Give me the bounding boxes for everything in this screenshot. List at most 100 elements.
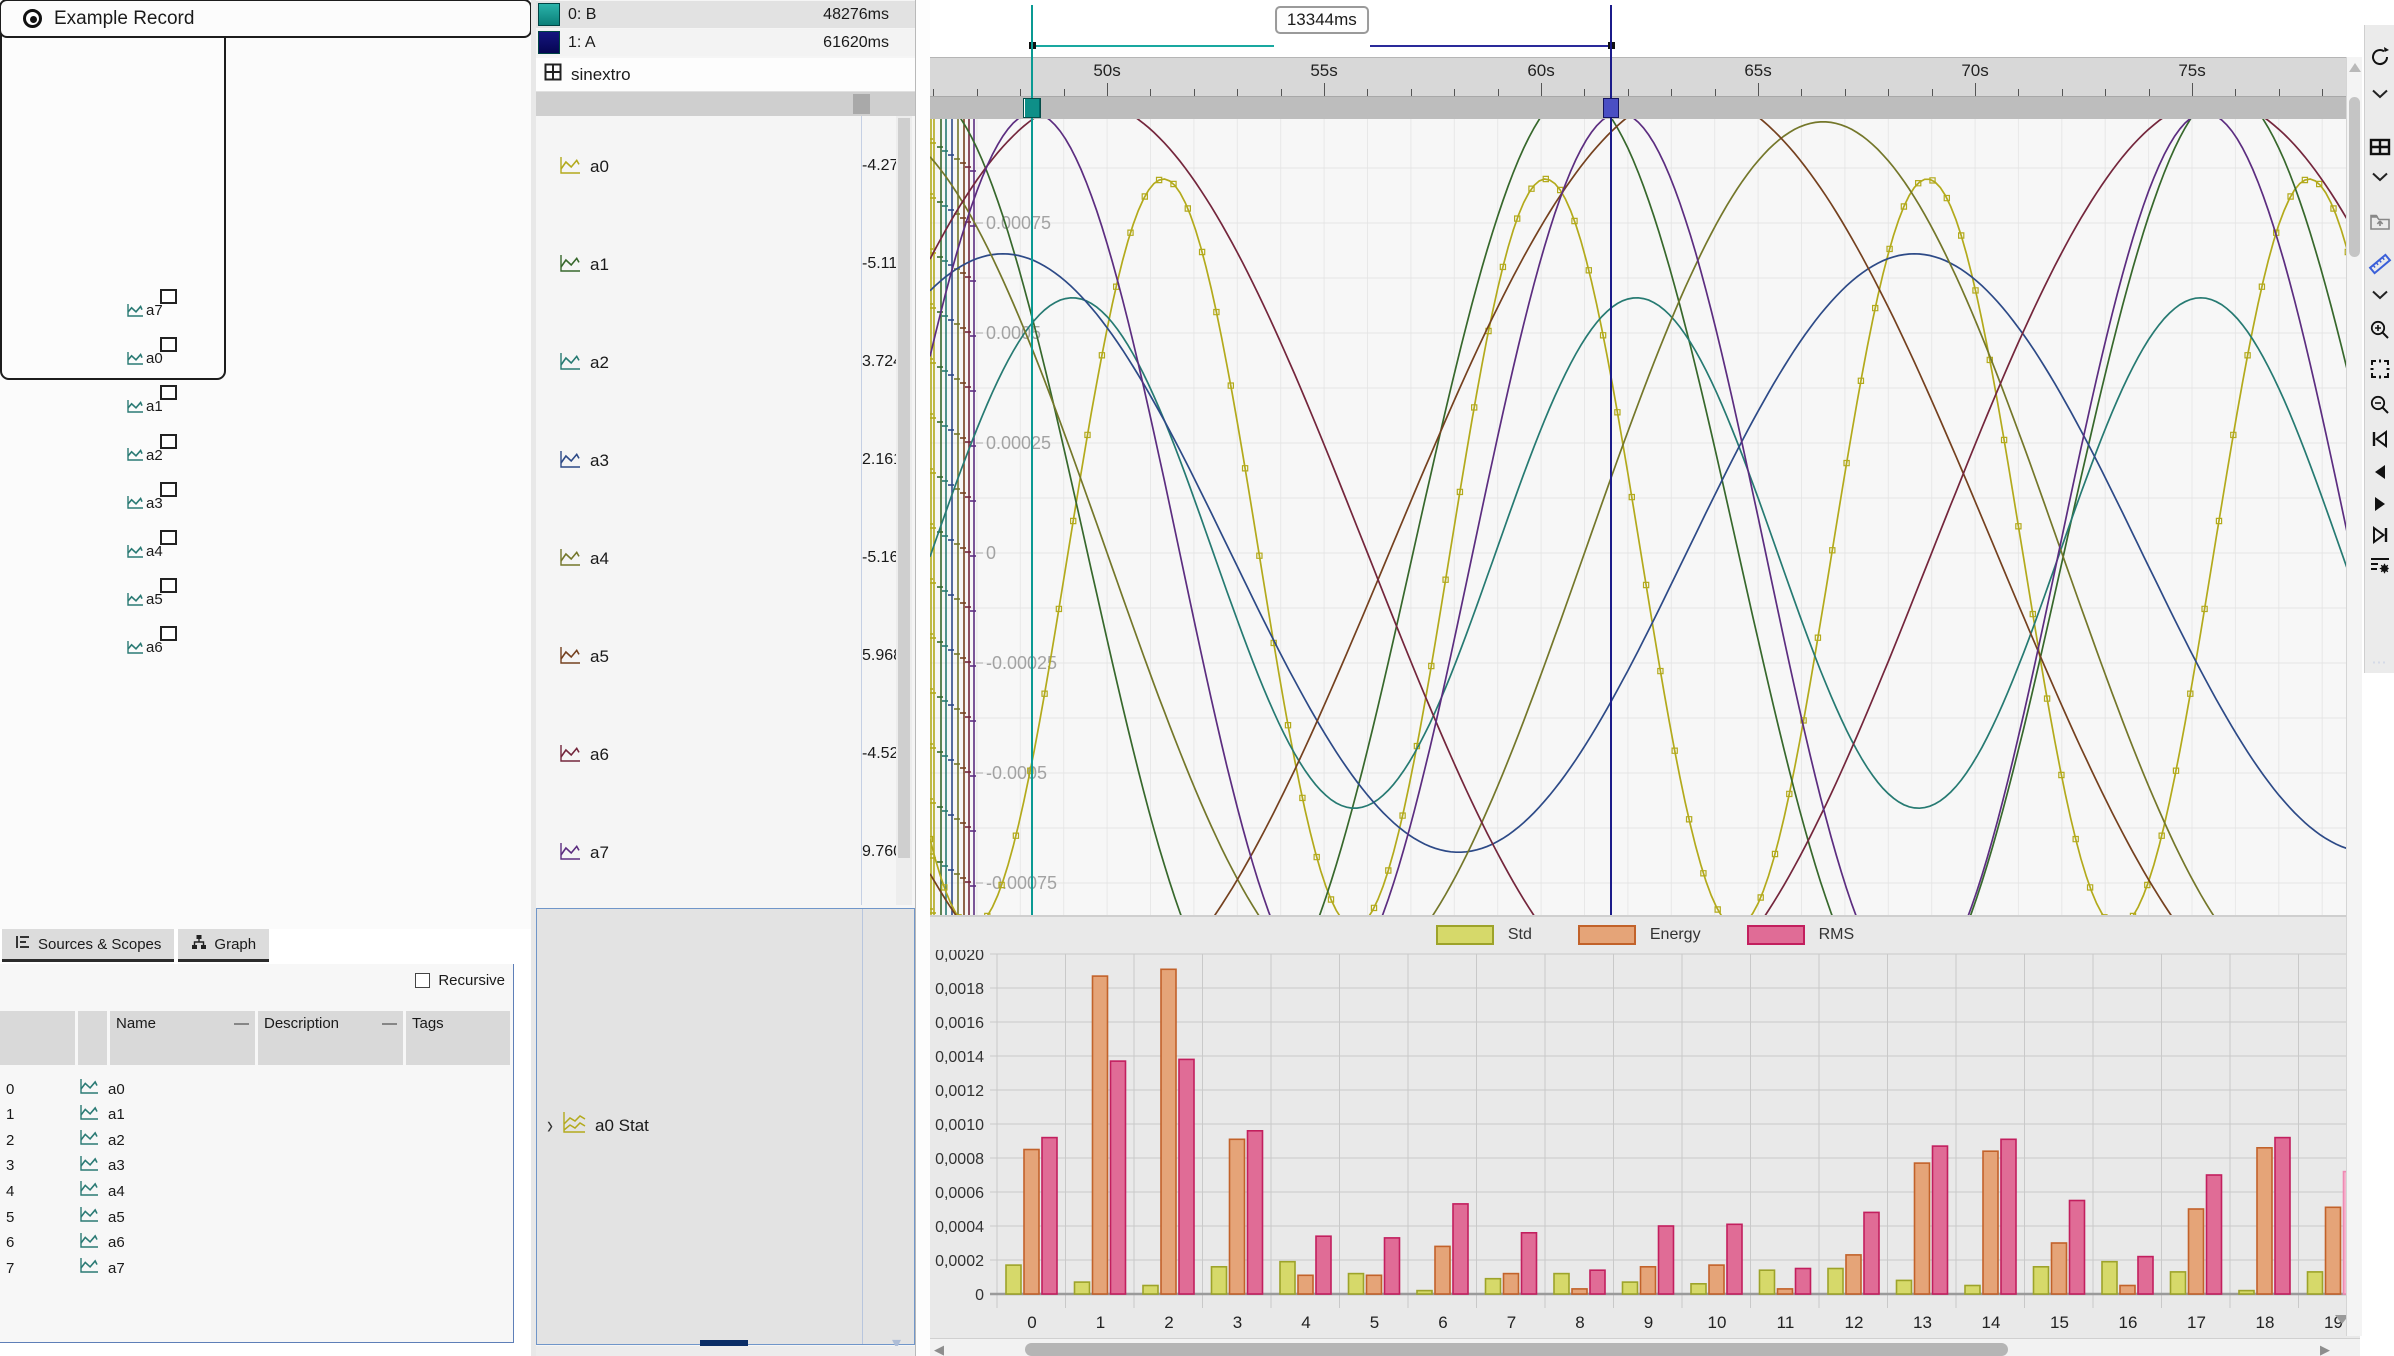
- signal-row-a2[interactable]: a2 3.724: [536, 312, 915, 410]
- minor-tick: [1237, 89, 1238, 96]
- ruler-icon[interactable]: [2368, 252, 2392, 276]
- example-record-node[interactable]: Example Record: [0, 0, 226, 380]
- svg-text:14: 14: [1982, 1313, 2001, 1332]
- signal-chart-icon: [78, 1206, 108, 1228]
- zoom-out-icon[interactable]: [2368, 393, 2392, 417]
- diagram-canvas[interactable]: Example Record a7 a0 a1 a2 a3 a4 a5 a6: [0, 0, 531, 930]
- waveform-viewer[interactable]: 13344ms 50s55s60s65s70s75s 0.000750.0005…: [930, 0, 2360, 1356]
- wave-horizontal-scrollbar[interactable]: ◀ ▶: [930, 1338, 2360, 1356]
- cursor-b-line[interactable]: [1031, 5, 1033, 915]
- expand-arrow-icon[interactable]: ›: [547, 1111, 553, 1140]
- scroll-right-icon[interactable]: ▶: [2320, 1342, 2330, 1356]
- scrollbar-thumb[interactable]: [898, 118, 910, 858]
- chevron-down-icon[interactable]: [2368, 165, 2392, 189]
- waveform-plot[interactable]: 0.000750.00050.000250-0.00025-0.0005-0.0…: [930, 119, 2360, 915]
- column-header-description[interactable]: Description—: [258, 1011, 403, 1065]
- fit-view-icon[interactable]: [2368, 357, 2392, 381]
- signal-chart-icon: [78, 1180, 108, 1202]
- cursor-b-handle[interactable]: [1023, 98, 1041, 118]
- cursor-a-handle[interactable]: [1603, 98, 1619, 118]
- signal-row-a5[interactable]: a5 5.968: [536, 606, 915, 704]
- signal-browser-panel: Recursive Name—Description—Tags 0 a01 a1…: [0, 964, 514, 1343]
- cursor-handle-track[interactable]: [930, 97, 2360, 119]
- folder-upload-icon[interactable]: [2368, 210, 2392, 234]
- cursor-readout-1A[interactable]: 1: A 61620ms: [536, 29, 915, 56]
- record-node-titlebar[interactable]: Example Record: [0, 0, 532, 38]
- view-settings-icon[interactable]: [2368, 553, 2392, 577]
- time-ruler[interactable]: 50s55s60s65s70s75s: [930, 57, 2360, 97]
- svg-text:0,0014: 0,0014: [935, 1049, 984, 1066]
- zoom-in-icon[interactable]: [2368, 318, 2392, 342]
- svg-text:0.00025: 0.00025: [986, 433, 1051, 453]
- signal-row-a0[interactable]: a0 -4.276: [536, 116, 915, 214]
- skip-start-icon[interactable]: [2368, 427, 2392, 451]
- recursive-option[interactable]: Recursive: [415, 972, 505, 989]
- column-header-name[interactable]: Name—: [110, 1011, 255, 1065]
- signal-chart-icon: [78, 1078, 108, 1100]
- right-toolbar: ⋯: [2364, 25, 2394, 673]
- table-row[interactable]: 5 a5: [0, 1204, 510, 1230]
- scroll-left-icon[interactable]: ◀: [934, 1342, 944, 1356]
- minor-tick: [1584, 89, 1585, 96]
- column-header-tags[interactable]: Tags: [406, 1011, 510, 1065]
- table-row[interactable]: 2 a2: [0, 1127, 510, 1153]
- minor-tick: [1454, 89, 1455, 96]
- source-item-sinextro[interactable]: sinextro: [536, 58, 915, 92]
- stat-panel[interactable]: › a0 Stat: [536, 908, 915, 1345]
- measure-value-flag[interactable]: 13344ms: [1275, 6, 1369, 34]
- table-row[interactable]: 7 a7: [0, 1255, 510, 1281]
- chart-legend: Std Energy RMS: [930, 921, 2360, 949]
- minor-tick: [1498, 89, 1499, 96]
- minor-tick: [1281, 89, 1282, 96]
- middle-vertical-scrollbar[interactable]: [896, 116, 912, 905]
- scrollbar-thumb[interactable]: [1025, 1343, 2008, 1356]
- svg-text:0,0020: 0,0020: [935, 950, 984, 964]
- table-row[interactable]: 1 a1: [0, 1102, 510, 1128]
- tab-sources-scopes[interactable]: Sources & Scopes: [2, 929, 174, 962]
- graph-icon: [191, 934, 207, 954]
- signal-row-a1[interactable]: a1 -5.115: [536, 214, 915, 312]
- signal-row-a3[interactable]: a3 2.161: [536, 410, 915, 508]
- major-tick: [2192, 83, 2193, 96]
- svg-text:2: 2: [1164, 1313, 1173, 1332]
- svg-text:12: 12: [1845, 1313, 1864, 1332]
- signal-row-a7[interactable]: a7 9.760: [536, 802, 915, 900]
- wave-vertical-scrollbar[interactable]: [2346, 57, 2362, 1336]
- step-back-icon[interactable]: [2368, 460, 2392, 484]
- middle-horizontal-scrollbar[interactable]: [536, 92, 915, 116]
- signal-chart-icon: [558, 254, 582, 279]
- scrollbar-thumb[interactable]: [853, 94, 870, 114]
- signal-chart-icon: [558, 548, 582, 573]
- tab-graph[interactable]: Graph: [178, 929, 269, 962]
- table-row[interactable]: 3 a3: [0, 1153, 510, 1179]
- chevron-down-icon[interactable]: [2368, 82, 2392, 106]
- time-tick-label: 60s: [1527, 61, 1554, 81]
- minor-tick: [1367, 89, 1368, 96]
- row-name: a1: [108, 1106, 125, 1123]
- table-row[interactable]: 4 a4: [0, 1178, 510, 1204]
- skip-end-icon[interactable]: [2368, 523, 2392, 547]
- cursor-a-line[interactable]: [1610, 5, 1612, 915]
- source-item-label: sinextro: [571, 65, 631, 85]
- cursor-color-swatch: [538, 3, 560, 26]
- signal-row-a4[interactable]: a4 -5.168: [536, 508, 915, 606]
- cursor-readout-0B[interactable]: 0: B 48276ms: [536, 1, 915, 28]
- sync-icon[interactable]: [2368, 45, 2392, 69]
- scrollbar-thumb[interactable]: [2349, 97, 2360, 257]
- grid-view-icon[interactable]: [2368, 135, 2392, 159]
- minor-tick: [2279, 89, 2280, 96]
- stat-item-a0[interactable]: › a0 Stat: [547, 1111, 649, 1140]
- svg-text:17: 17: [2187, 1313, 2206, 1332]
- signal-chart-icon: [558, 646, 582, 671]
- signal-row-a6[interactable]: a6 -4.521: [536, 704, 915, 802]
- recursive-checkbox[interactable]: [415, 973, 430, 988]
- scroll-up-icon[interactable]: [2349, 63, 2361, 72]
- minor-tick: [2062, 89, 2063, 96]
- step-forward-icon[interactable]: [2368, 492, 2392, 516]
- stat-bar-chart[interactable]: 0,00200,00180,00160,00140,00120,00100,00…: [930, 950, 2360, 1343]
- table-row[interactable]: 6 a6: [0, 1230, 510, 1256]
- row-index: 7: [0, 1260, 78, 1277]
- chevron-down-icon[interactable]: [2368, 283, 2392, 307]
- table-row[interactable]: 0 a0: [0, 1076, 510, 1102]
- stat-chart-section: Std Energy RMS 0,00200,00180,00160,00140…: [930, 915, 2360, 1356]
